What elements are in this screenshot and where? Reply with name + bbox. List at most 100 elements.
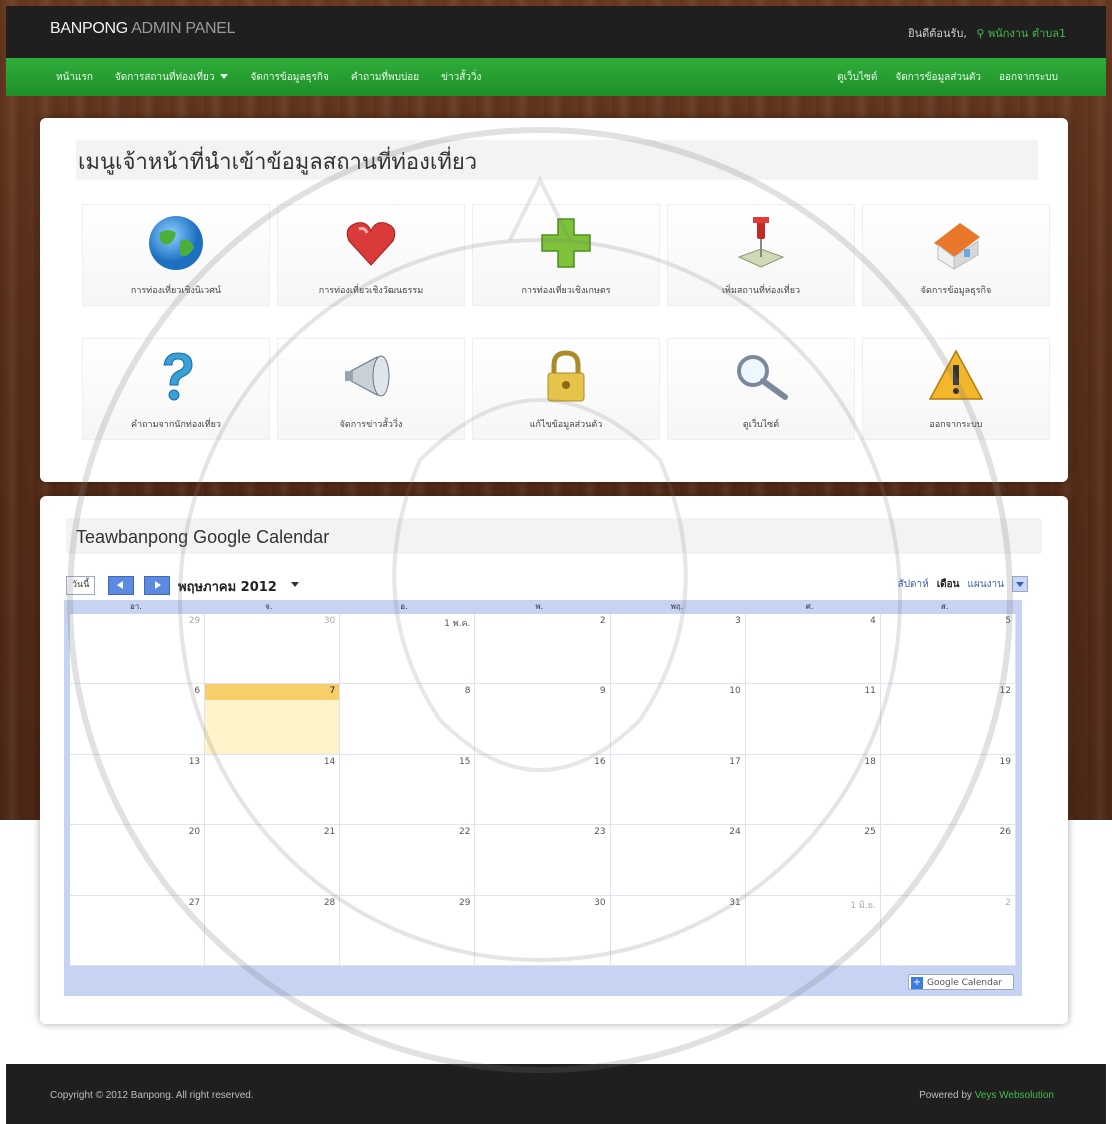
calendar-day[interactable]: 2	[475, 614, 611, 685]
calendar-day[interactable]: 10	[610, 684, 746, 755]
calendar-day[interactable]: 27	[70, 895, 206, 966]
nav-item-label: ข่าวสั้ววิ่ง	[441, 71, 482, 83]
calendar-day[interactable]: 25	[745, 825, 881, 896]
chevron-down-icon[interactable]	[291, 582, 299, 587]
calendar-day[interactable]: 20	[70, 825, 206, 896]
calendar-day[interactable]: 13	[70, 754, 206, 826]
nav-item-label: หน้าแรก	[56, 71, 93, 83]
nav-item[interactable]: หน้าแรก	[56, 70, 93, 85]
menu-tile-label: จัดการข่าวสั้ววิ่ง	[339, 420, 403, 430]
today-button[interactable]: วันนี้	[66, 576, 96, 595]
nav-right: ดูเว็บไซต์ จัดการข้อมูลส่วนตัว ออกจากระบบ	[837, 58, 1058, 96]
badge-label: Google Calendar	[927, 978, 1003, 988]
day-number: 4	[870, 616, 876, 626]
calendar-day[interactable]: 29	[70, 614, 206, 685]
question-icon	[146, 347, 206, 407]
view-tab[interactable]: เดือน	[937, 577, 960, 592]
calendar-day[interactable]: 17	[610, 754, 746, 826]
calendar-day[interactable]: 11	[745, 684, 881, 755]
day-number: 23	[594, 827, 606, 838]
google-calendar-badge[interactable]: + Google Calendar	[908, 974, 1014, 990]
calendar-day[interactable]: 24	[610, 825, 746, 896]
calendar-day[interactable]: 3	[610, 614, 746, 685]
menu-tile-label: ออกจากระบบ	[929, 420, 983, 430]
calendar-day[interactable]: 30	[475, 895, 611, 966]
menu-tile[interactable]: ดูเว็บไซต์	[667, 338, 855, 440]
menu-tile[interactable]: ออกจากระบบ	[862, 338, 1050, 440]
menu-tile[interactable]: การท่องเที่ยวเชิงวัฒนธรรม	[277, 204, 465, 306]
menu-tile[interactable]: จัดการข้อมูลธุรกิจ	[862, 204, 1050, 306]
user-link[interactable]: ⚲ พนักงาน ตำบล1	[976, 27, 1066, 40]
calendar-day[interactable]: 29	[340, 895, 476, 966]
menu-tiles: การท่องเที่ยวเชิงนิเวศน์ การท่องเที่ยวเชิ…	[82, 204, 1050, 440]
map-pin-icon	[731, 213, 791, 273]
nav-item-label: คำถามที่พบบ่อย	[350, 71, 420, 83]
calendar-day[interactable]: 28	[205, 895, 341, 966]
nav-item[interactable]: ออกจากระบบ	[999, 70, 1058, 85]
vendor-link[interactable]: Veys Websolution	[975, 1090, 1054, 1101]
weekday-label: จ.	[265, 602, 273, 611]
day-number: 3	[734, 616, 741, 626]
day-number: 31	[729, 897, 741, 908]
brand-logo[interactable]: BANPONG ADMIN PANEL	[50, 20, 235, 38]
day-number: 22	[458, 827, 471, 838]
nav-item[interactable]: จัดการข้อมูลธุรกิจ	[250, 70, 328, 85]
menu-tile[interactable]: เพิ่มสถานที่ท่องเที่ยว	[667, 204, 855, 306]
welcome-label: ยินดีต้อนรับ,	[908, 27, 967, 40]
main-navbar: หน้าแรก จัดการสถานที่ท่องเที่ยว จัดการข้อม…	[6, 58, 1106, 96]
menu-tile[interactable]: คำถามจากนักท่องเที่ยว	[82, 338, 270, 440]
calendar-day[interactable]: 14	[205, 754, 341, 826]
calendar-day[interactable]: 19	[880, 754, 1016, 826]
calendar-day[interactable]: 31	[610, 895, 746, 966]
day-number: 29	[458, 897, 471, 908]
menu-tile[interactable]: การท่องเที่ยวเชิงนิเวศน์	[82, 204, 270, 306]
calendar-day[interactable]: 12	[880, 684, 1016, 755]
calendar-day[interactable]: 8	[340, 684, 476, 755]
heart-icon	[341, 213, 401, 273]
nav-item[interactable]: คำถามที่พบบ่อย	[351, 70, 419, 85]
day-number: 20	[188, 827, 201, 838]
nav-item[interactable]: จัดการข้อมูลส่วนตัว	[895, 70, 981, 85]
nav-item[interactable]: จัดการสถานที่ท่องเที่ยว	[115, 70, 229, 85]
calendar-day[interactable]: 1 พ.ค.	[340, 614, 476, 685]
powered-by: Powered by Veys Websolution	[919, 1090, 1054, 1101]
calendar-day[interactable]: 5	[880, 614, 1016, 685]
day-number: 7	[329, 686, 336, 697]
calendar-day[interactable]: 26	[880, 825, 1016, 896]
house-icon	[926, 213, 986, 273]
calendar-day[interactable]: 21	[205, 825, 341, 896]
menu-tile[interactable]: การท่องเที่ยวเชิงเกษตร	[472, 204, 660, 306]
menu-tile[interactable]: แก้ไขข้อมูลส่วนตัว	[472, 338, 660, 440]
day-number: 6	[194, 686, 201, 697]
calendar-day-today[interactable]: 7	[205, 684, 341, 755]
calendar-day[interactable]: 9	[475, 684, 611, 755]
calendar-day[interactable]: 15	[340, 754, 476, 826]
calendar-day[interactable]: 23	[475, 825, 611, 896]
day-number: 27	[188, 897, 201, 908]
chevron-down-icon[interactable]	[1012, 576, 1028, 592]
month-label[interactable]: พฤษภาคม 2012	[178, 576, 277, 597]
plus-icon: +	[911, 977, 923, 989]
welcome-area: ยินดีต้อนรับ, ⚲ พนักงาน ตำบล1	[908, 24, 1066, 42]
calendar-day[interactable]: 18	[745, 754, 881, 826]
calendar-day[interactable]: 6	[70, 684, 206, 755]
calendar-day[interactable]: 4	[745, 614, 881, 685]
day-number: 13	[188, 756, 201, 767]
next-month-button[interactable]	[144, 576, 170, 595]
menu-tile[interactable]: จัดการข่าวสั้ววิ่ง	[277, 338, 465, 440]
nav-item[interactable]: ดูเว็บไซต์	[837, 70, 877, 85]
prev-month-button[interactable]	[108, 576, 134, 595]
view-tab[interactable]: สัปดาห์	[898, 577, 929, 592]
calendar-day[interactable]: 2	[880, 895, 1016, 966]
today-highlight	[205, 684, 340, 701]
day-number: 9	[599, 686, 606, 697]
nav-item[interactable]: ข่าวสั้ววิ่ง	[441, 70, 481, 85]
calendar-day[interactable]: 16	[475, 754, 611, 826]
calendar-day[interactable]: 22	[340, 825, 476, 896]
calendar-day[interactable]: 30	[205, 614, 341, 685]
menu-tile-label: การท่องเที่ยวเชิงวัฒนธรรม	[318, 286, 424, 296]
nav-item-label: จัดการสถานที่ท่องเที่ยว	[114, 71, 215, 83]
day-number: 17	[729, 756, 741, 767]
view-tab[interactable]: แผนงาน	[968, 577, 1004, 592]
calendar-day[interactable]: 1 มิ.ย.	[745, 895, 881, 966]
